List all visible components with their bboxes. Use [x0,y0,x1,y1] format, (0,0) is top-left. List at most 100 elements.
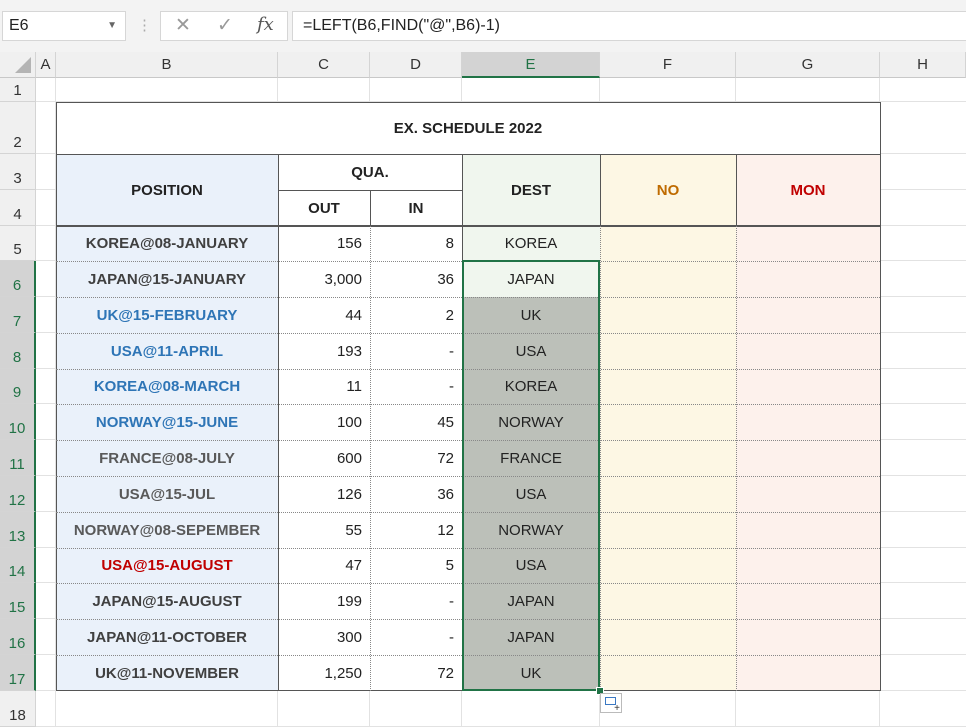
in-cell[interactable]: 45 [370,404,462,440]
header-qua[interactable]: QUA. [278,154,462,190]
header-out[interactable]: OUT [278,190,370,226]
in-cell[interactable]: 36 [370,261,462,297]
mon-cell[interactable] [736,476,880,512]
position-cell[interactable]: UK@11-NOVEMBER [56,655,278,691]
out-cell[interactable]: 193 [278,333,370,369]
header-mon[interactable]: MON [736,154,880,226]
position-cell[interactable]: JAPAN@15-AUGUST [56,583,278,619]
mon-cell[interactable] [736,261,880,297]
out-cell[interactable]: 11 [278,369,370,404]
in-cell[interactable]: 2 [370,297,462,333]
column-header-a[interactable]: A [36,52,56,78]
column-header-b[interactable]: B [56,52,278,78]
mon-cell[interactable] [736,440,880,476]
in-cell[interactable]: - [370,333,462,369]
row-header-15[interactable]: 15 [0,583,36,619]
row-header-10[interactable]: 10 [0,404,36,440]
out-cell[interactable]: 126 [278,476,370,512]
mon-cell[interactable] [736,548,880,583]
row-header-7[interactable]: 7 [0,297,36,333]
select-all-corner[interactable] [0,52,36,78]
mon-cell[interactable] [736,512,880,548]
no-cell[interactable] [600,333,736,369]
position-cell[interactable]: KOREA@08-JANUARY [56,226,278,261]
no-cell[interactable] [600,476,736,512]
in-cell[interactable]: 36 [370,476,462,512]
column-header-c[interactable]: C [278,52,370,78]
position-cell[interactable]: JAPAN@15-JANUARY [56,261,278,297]
row-header-17[interactable]: 17 [0,655,36,691]
row-header-6[interactable]: 6 [0,261,36,297]
position-cell[interactable]: KOREA@08-MARCH [56,369,278,404]
row-header-2[interactable]: 2 [0,102,36,154]
out-cell[interactable]: 3,000 [278,261,370,297]
in-cell[interactable]: - [370,619,462,655]
mon-cell[interactable] [736,333,880,369]
position-cell[interactable]: UK@15-FEBRUARY [56,297,278,333]
out-cell[interactable]: 100 [278,404,370,440]
no-cell[interactable] [600,440,736,476]
name-box-dropdown-icon[interactable]: ▼ [107,12,117,40]
mon-cell[interactable] [736,404,880,440]
position-cell[interactable]: USA@15-AUGUST [56,548,278,583]
mon-cell[interactable] [736,369,880,404]
no-cell[interactable] [600,369,736,404]
no-cell[interactable] [600,512,736,548]
out-cell[interactable]: 55 [278,512,370,548]
in-cell[interactable]: 72 [370,655,462,691]
out-cell[interactable]: 156 [278,226,370,261]
out-cell[interactable]: 1,250 [278,655,370,691]
row-header-14[interactable]: 14 [0,548,36,583]
no-cell[interactable] [600,583,736,619]
in-cell[interactable]: - [370,369,462,404]
header-position[interactable]: POSITION [56,154,278,226]
dest-cell[interactable]: KOREA [462,226,600,261]
out-cell[interactable]: 199 [278,583,370,619]
insert-function-icon[interactable]: fx [257,14,274,35]
no-cell[interactable] [600,619,736,655]
formula-input[interactable]: =LEFT(B6,FIND("@",B6)-1) [292,11,966,41]
column-header-d[interactable]: D [370,52,462,78]
position-cell[interactable]: JAPAN@11-OCTOBER [56,619,278,655]
no-cell[interactable] [600,297,736,333]
column-header-h[interactable]: H [880,52,966,78]
name-box[interactable]: E6 ▼ [2,11,126,41]
mon-cell[interactable] [736,297,880,333]
out-cell[interactable]: 600 [278,440,370,476]
in-cell[interactable]: 72 [370,440,462,476]
out-cell[interactable]: 44 [278,297,370,333]
in-cell[interactable]: 8 [370,226,462,261]
title-cell[interactable]: EX. SCHEDULE 2022 [56,102,880,154]
position-cell[interactable]: USA@15-JUL [56,476,278,512]
no-cell[interactable] [600,404,736,440]
no-cell[interactable] [600,261,736,297]
column-header-e[interactable]: E [462,52,600,78]
in-cell[interactable]: 5 [370,548,462,583]
position-cell[interactable]: NORWAY@15-JUNE [56,404,278,440]
mon-cell[interactable] [736,226,880,261]
header-dest[interactable]: DEST [462,154,600,226]
row-header-1[interactable]: 1 [0,78,36,102]
no-cell[interactable] [600,548,736,583]
mon-cell[interactable] [736,619,880,655]
position-cell[interactable]: NORWAY@08-SEPEMBER [56,512,278,548]
enter-icon[interactable]: ✓ [217,14,233,37]
header-in[interactable]: IN [370,190,462,226]
quick-analysis-icon[interactable] [600,693,622,714]
row-header-18[interactable]: 18 [0,691,36,727]
no-cell[interactable] [600,655,736,691]
in-cell[interactable]: - [370,583,462,619]
position-cell[interactable]: USA@11-APRIL [56,333,278,369]
no-cell[interactable] [600,226,736,261]
row-header-16[interactable]: 16 [0,619,36,655]
position-cell[interactable]: FRANCE@08-JULY [56,440,278,476]
cancel-icon[interactable]: ✕ [175,14,191,37]
column-header-g[interactable]: G [736,52,880,78]
row-header-11[interactable]: 11 [0,440,36,476]
in-cell[interactable]: 12 [370,512,462,548]
row-header-8[interactable]: 8 [0,333,36,369]
out-cell[interactable]: 300 [278,619,370,655]
header-no[interactable]: NO [600,154,736,226]
row-header-3[interactable]: 3 [0,154,36,190]
mon-cell[interactable] [736,655,880,691]
